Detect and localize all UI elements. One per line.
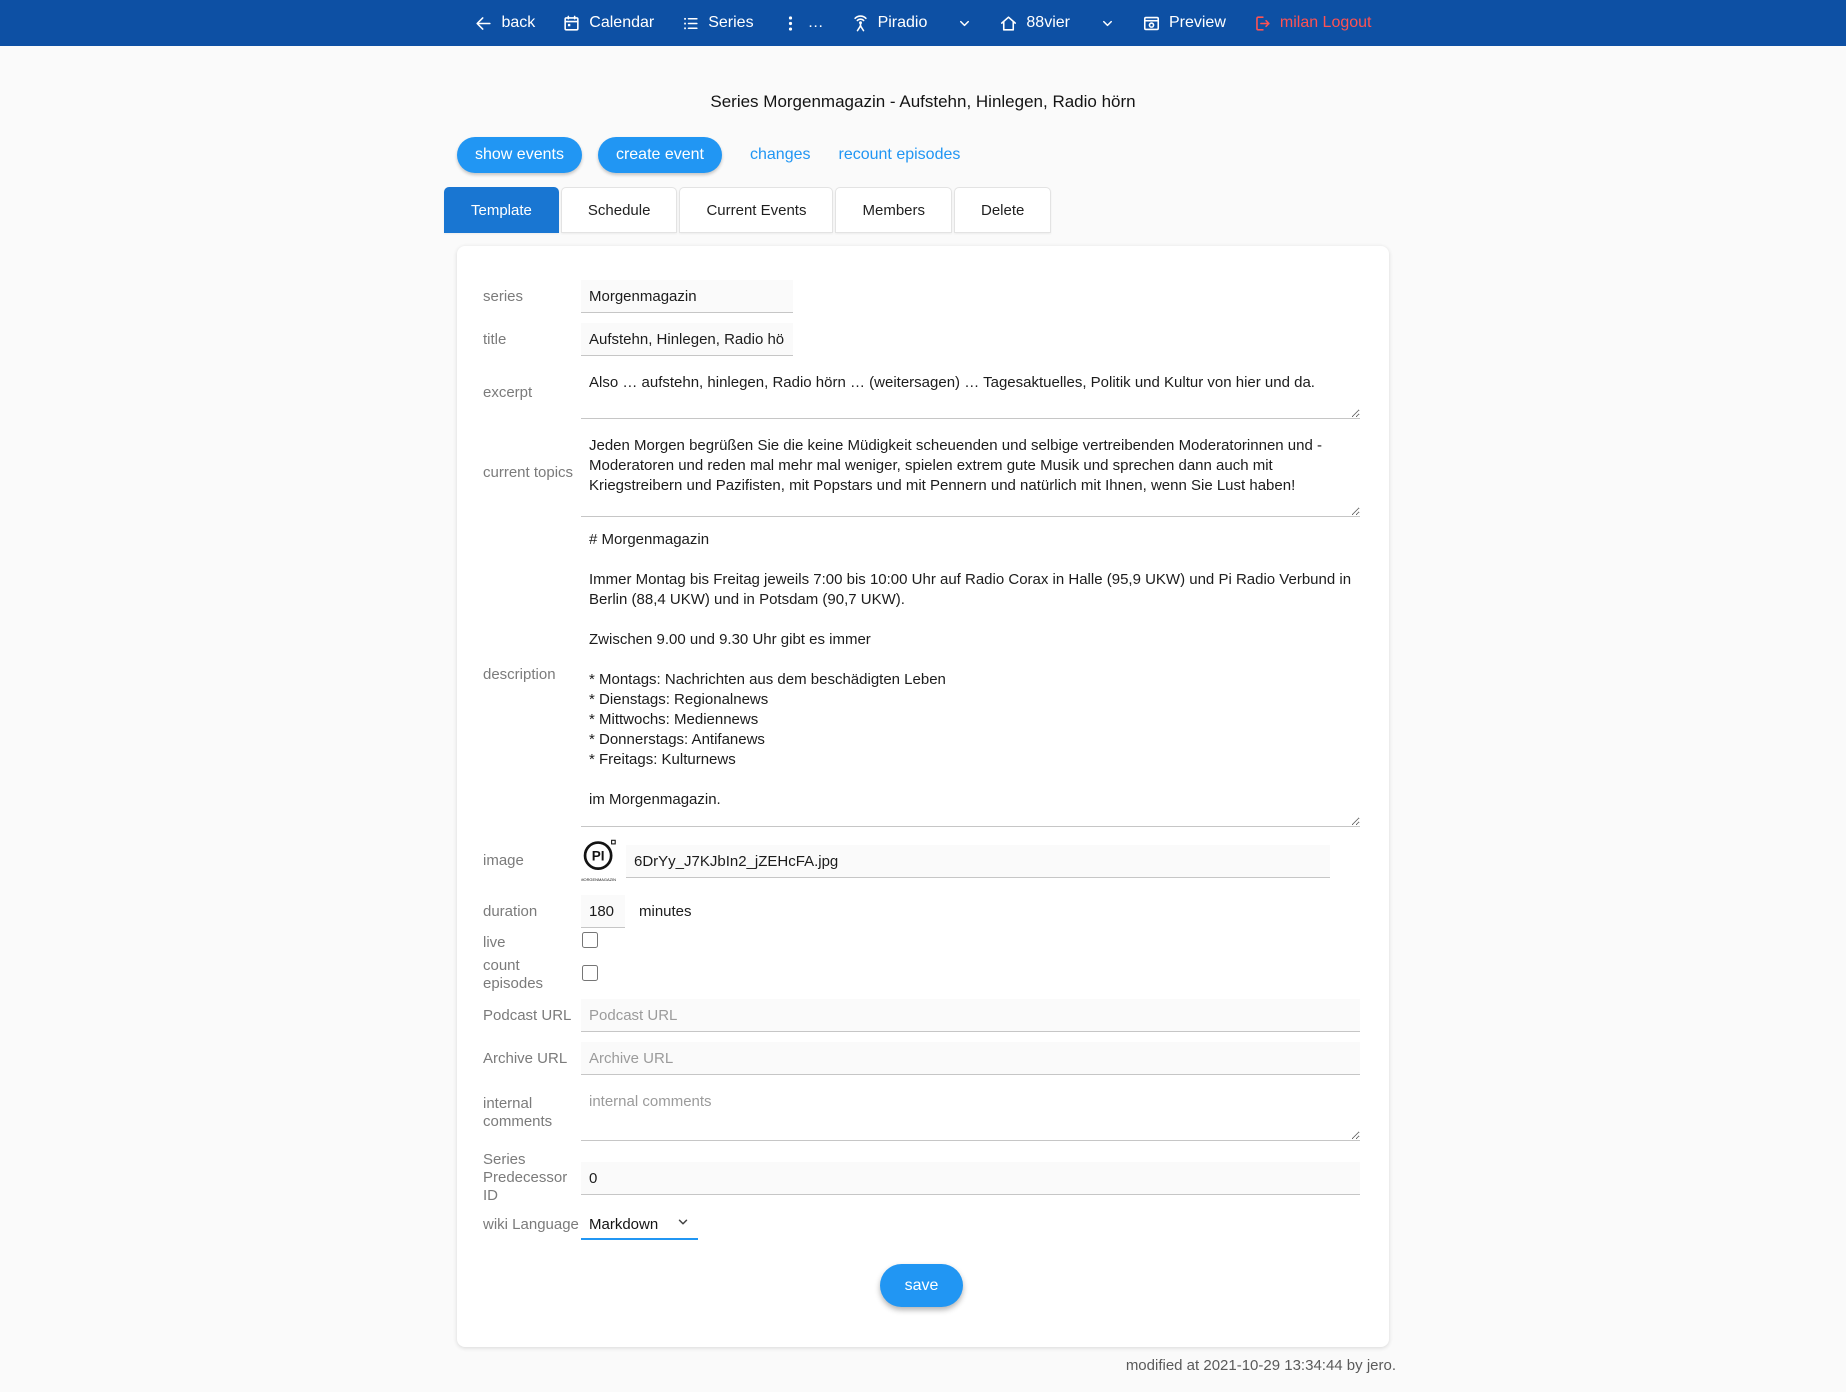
tab-bar: Template Schedule Current Events Members…: [444, 187, 1389, 233]
live-checkbox[interactable]: [582, 932, 598, 948]
dots-vertical-icon: [781, 14, 800, 33]
series-predecessor-label: Series Predecessor ID: [483, 1151, 581, 1205]
changes-link[interactable]: changes: [750, 146, 811, 164]
nav-series[interactable]: Series: [681, 14, 753, 33]
current-topics-label: current topics: [483, 464, 581, 482]
archive-url-input[interactable]: [581, 1042, 1360, 1075]
title-input[interactable]: [581, 323, 793, 356]
count-episodes-row: count episodes: [483, 957, 1360, 993]
nav-series-label: Series: [708, 14, 753, 32]
excerpt-row: excerpt Also … aufstehn, hinlegen, Radio…: [483, 366, 1360, 419]
live-label: live: [483, 934, 581, 952]
image-label: image: [483, 852, 581, 870]
top-navbar: back Calendar Series … Piradio 88vier Pr…: [0, 0, 1846, 46]
nav-station-label: 88vier: [1026, 14, 1070, 32]
svg-text:PI: PI: [592, 849, 605, 864]
nav-preview-label: Preview: [1169, 14, 1226, 32]
create-event-button[interactable]: create event: [598, 137, 722, 173]
wiki-language-select[interactable]: Markdown: [581, 1209, 698, 1240]
series-row: series: [483, 280, 1360, 313]
description-textarea[interactable]: # Morgenmagazin Immer Montag bis Freitag…: [581, 523, 1360, 827]
modified-footer: modified at 2021-10-29 13:34:44 by jero.: [450, 1357, 1396, 1392]
chevron-down-icon[interactable]: [1100, 16, 1115, 31]
nav-calendar-label: Calendar: [589, 14, 654, 32]
home-icon: [999, 14, 1018, 33]
duration-input[interactable]: [581, 895, 625, 928]
wiki-language-value: Markdown: [589, 1216, 658, 1233]
logout-icon: [1253, 14, 1272, 33]
description-row: description # Morgenmagazin Immer Montag…: [483, 523, 1360, 827]
nav-back[interactable]: back: [474, 14, 535, 33]
save-button[interactable]: save: [880, 1264, 964, 1307]
excerpt-textarea[interactable]: Also … aufstehn, hinlegen, Radio hörn … …: [581, 366, 1360, 419]
podcast-url-label: Podcast URL: [483, 1007, 581, 1025]
list-icon: [681, 14, 700, 33]
podcast-url-row: Podcast URL: [483, 999, 1360, 1032]
count-episodes-checkbox[interactable]: [582, 965, 598, 981]
podcast-url-input[interactable]: [581, 999, 1360, 1032]
title-row: title: [483, 323, 1360, 356]
chevron-down-icon[interactable]: [957, 16, 972, 31]
wiki-language-label: wiki Language: [483, 1216, 581, 1234]
tab-current-events[interactable]: Current Events: [679, 187, 833, 233]
antenna-icon: [851, 14, 870, 33]
calendar-icon: [562, 14, 581, 33]
duration-suffix: minutes: [639, 903, 692, 920]
current-topics-row: current topics Jeden Morgen begrüßen Sie…: [483, 429, 1360, 517]
show-events-button[interactable]: show events: [457, 137, 582, 173]
preview-eye-icon: [1142, 14, 1161, 33]
series-predecessor-input[interactable]: [581, 1162, 1360, 1195]
image-filename-input[interactable]: [626, 845, 1330, 878]
excerpt-label: excerpt: [483, 384, 581, 402]
nav-calendar[interactable]: Calendar: [562, 14, 654, 33]
series-label: series: [483, 288, 581, 306]
archive-url-label: Archive URL: [483, 1050, 581, 1068]
title-label: title: [483, 331, 581, 349]
tab-schedule[interactable]: Schedule: [561, 187, 678, 233]
series-input[interactable]: [581, 280, 793, 313]
recount-episodes-link[interactable]: recount episodes: [839, 146, 961, 164]
duration-row: duration minutes: [483, 895, 1360, 928]
internal-comments-textarea[interactable]: [581, 1085, 1360, 1141]
count-episodes-label: count episodes: [483, 957, 581, 993]
nav-piradio-label: Piradio: [878, 14, 928, 32]
nav-more-label: …: [808, 14, 824, 32]
nav-logout[interactable]: milan Logout: [1253, 14, 1372, 33]
nav-piradio[interactable]: Piradio: [851, 14, 973, 33]
duration-label: duration: [483, 903, 581, 921]
internal-comments-label: internal comments: [483, 1095, 581, 1131]
description-label: description: [483, 666, 581, 684]
tab-members[interactable]: Members: [835, 187, 952, 233]
wiki-language-row: wiki Language Markdown: [483, 1209, 1360, 1240]
save-row: save: [483, 1264, 1360, 1307]
nav-preview[interactable]: Preview: [1142, 14, 1226, 33]
nav-back-label: back: [501, 14, 535, 32]
nav-logout-label: milan Logout: [1280, 14, 1372, 32]
actions-row: show events create event changes recount…: [457, 137, 1389, 173]
chevron-down-icon: [676, 1215, 690, 1233]
archive-url-row: Archive URL: [483, 1042, 1360, 1075]
nav-station[interactable]: 88vier: [999, 14, 1115, 33]
template-form-card: series title excerpt Also … aufstehn, hi…: [457, 246, 1389, 1347]
image-row: image PI MORGENMAGAZIN: [483, 837, 1360, 885]
current-topics-textarea[interactable]: Jeden Morgen begrüßen Sie die keine Müdi…: [581, 429, 1360, 517]
internal-comments-row: internal comments: [483, 1085, 1360, 1141]
svg-text:MORGENMAGAZIN: MORGENMAGAZIN: [581, 877, 616, 882]
series-logo-thumbnail: PI MORGENMAGAZIN: [581, 837, 617, 885]
live-row: live: [483, 932, 1360, 953]
tab-template[interactable]: Template: [444, 187, 559, 233]
nav-more[interactable]: …: [781, 14, 824, 33]
page-title: Series Morgenmagazin - Aufstehn, Hinlege…: [0, 92, 1846, 112]
tab-delete[interactable]: Delete: [954, 187, 1051, 233]
series-predecessor-row: Series Predecessor ID: [483, 1151, 1360, 1205]
arrow-left-icon: [474, 14, 493, 33]
